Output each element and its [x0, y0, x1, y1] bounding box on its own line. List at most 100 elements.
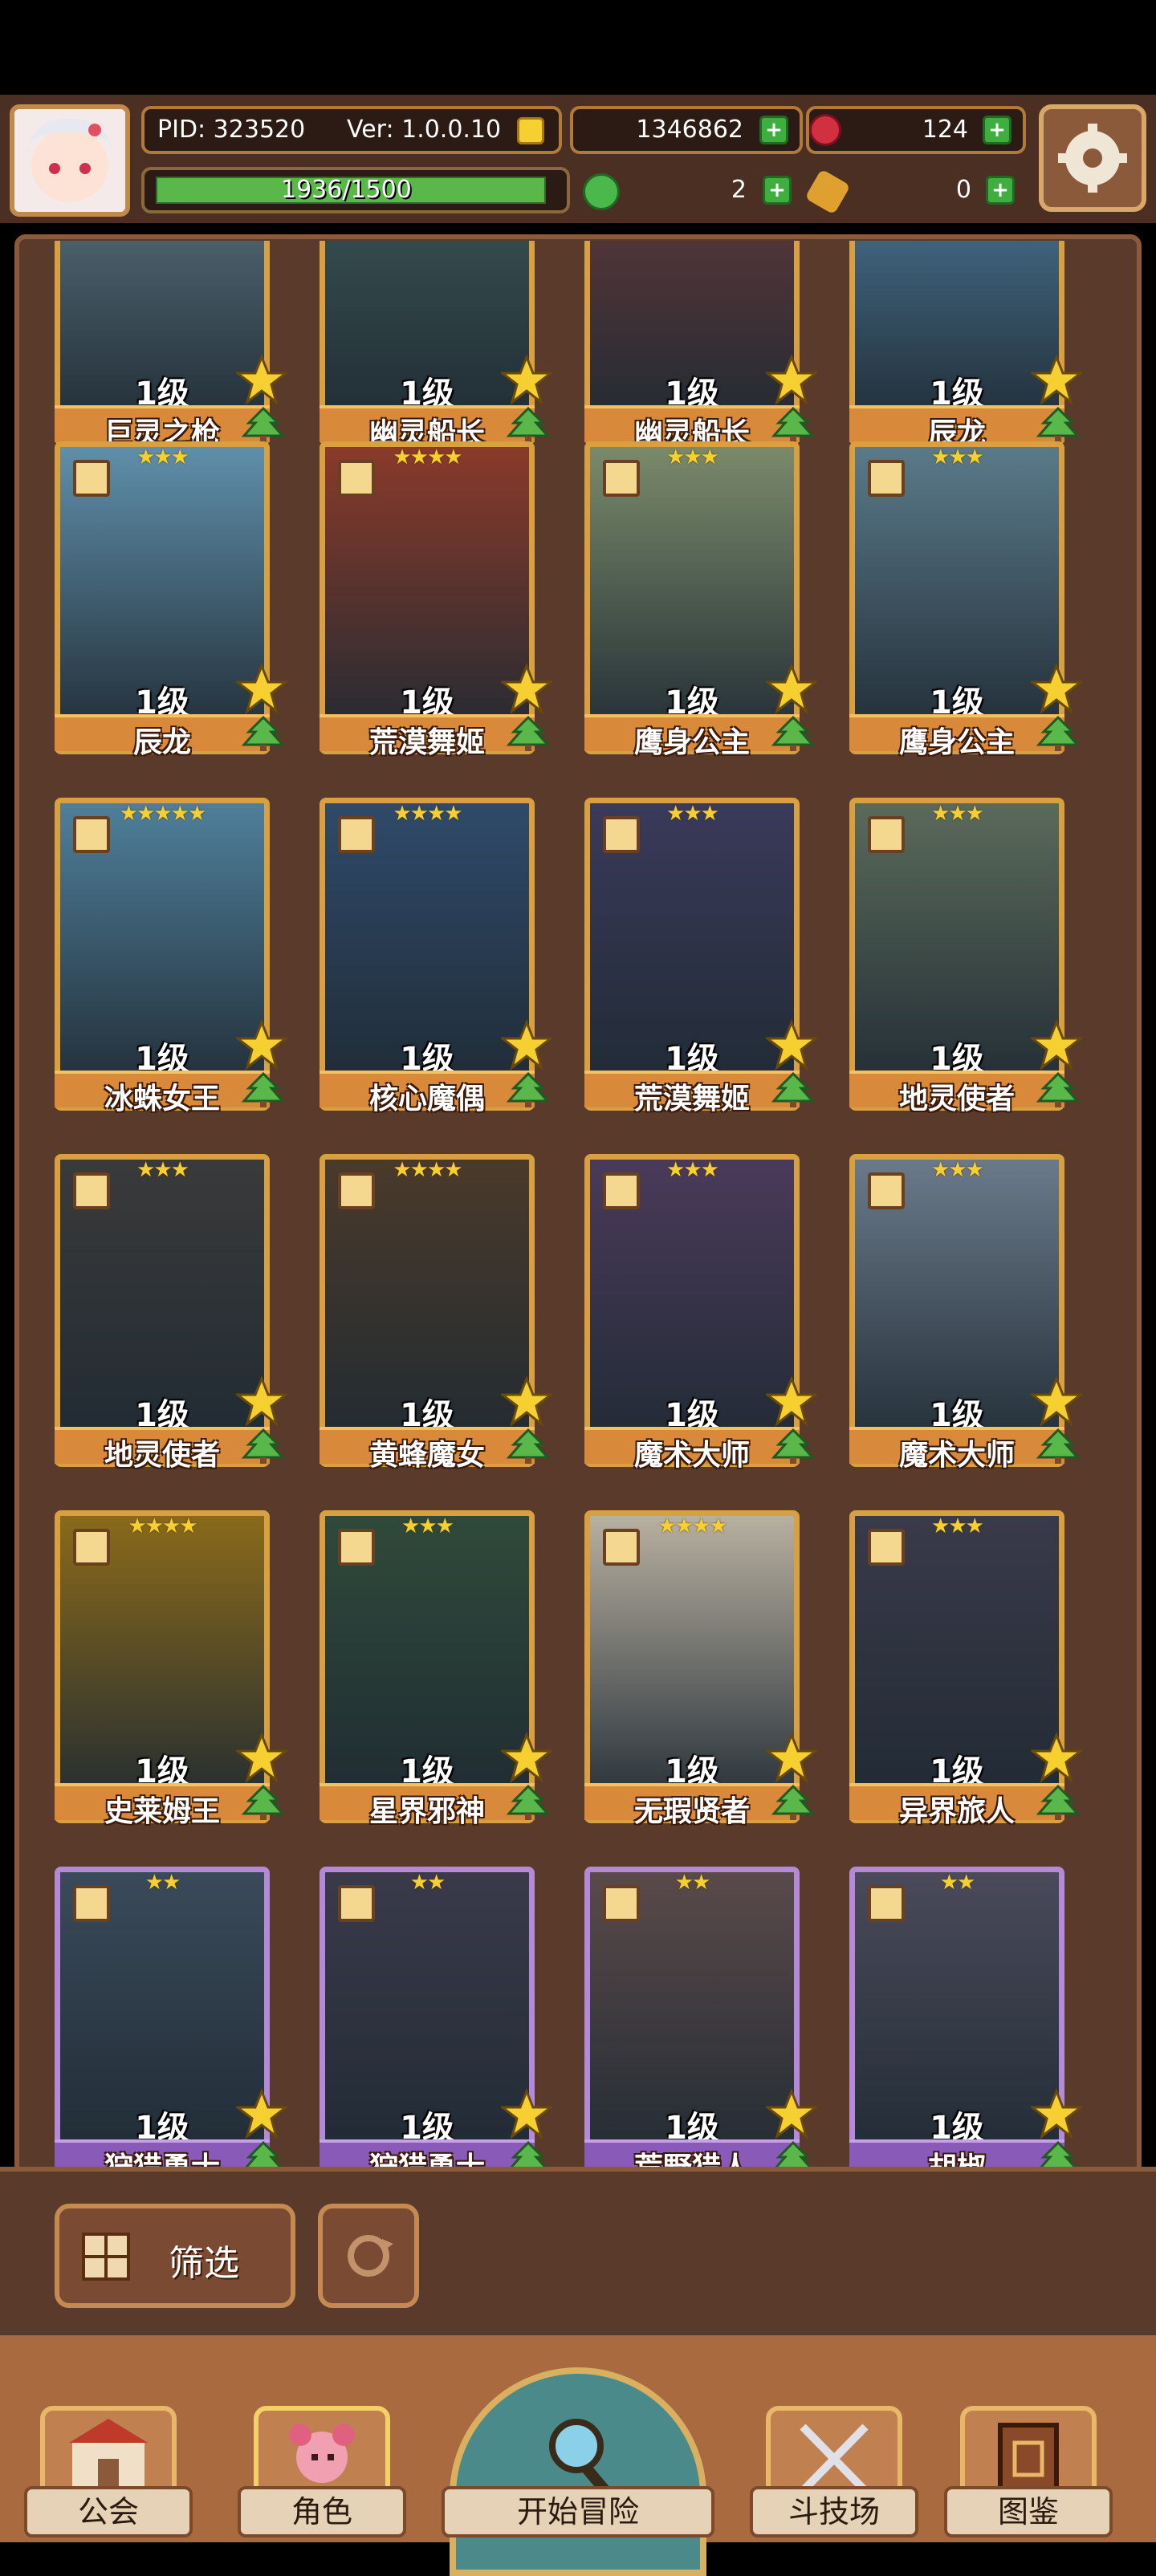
- rarity-stars: ★★★★: [393, 445, 462, 469]
- card-name-bar: 狩猎勇士: [320, 2139, 535, 2167]
- character-grid[interactable]: 1级 巨灵之枪 1级 幽灵船长 1级 幽灵船长 1级 辰龙 ★★★ 1级 辰龙 ★★★★ 1级 荒漠舞姬 ★…: [45, 241, 1111, 2167]
- card-name-bar: 星界邪神: [320, 1783, 535, 1828]
- character-card[interactable]: ★★1级狩猎勇士: [310, 1859, 552, 2167]
- settings-button[interactable]: [1039, 104, 1146, 212]
- character-card[interactable]: 1级 巨灵之枪: [45, 241, 287, 450]
- character-card[interactable]: ★★★★ 1级 核心魔偶: [310, 790, 552, 1115]
- character-card[interactable]: ★★★ 1级 荒漠舞姬: [575, 790, 817, 1115]
- rarity-stars: ★★: [939, 1871, 976, 1895]
- card-name-bar: 核心魔偶: [320, 1071, 535, 1115]
- rarity-stars: ★★★: [931, 802, 984, 826]
- top-header: PID: 323520 Ver: 1.0.0.10 1346862 + 124 …: [0, 95, 1156, 223]
- card-name-bar: 无瑕贤者: [584, 1783, 800, 1828]
- character-card[interactable]: ★★1级荒野猎人: [575, 1859, 817, 2167]
- gear-icon: [1058, 124, 1127, 193]
- pid-version-panel: PID: 323520 Ver: 1.0.0.10: [141, 106, 562, 154]
- card-name: 狩猎勇士: [320, 2144, 535, 2167]
- card-name-bar: 鹰身公主: [584, 714, 800, 759]
- card-name-bar: 魔术大师: [584, 1427, 800, 1472]
- rarity-stars: ★★★: [666, 445, 719, 469]
- card-name: 冰蛛女王: [104, 1083, 220, 1115]
- exp-text: 1936/1500: [281, 176, 412, 204]
- character-card[interactable]: ★★★ 1级 异界旅人: [840, 1502, 1082, 1828]
- star-upgrade-icon: [766, 354, 817, 405]
- card-name: 荒漠舞姬: [368, 726, 485, 759]
- character-card[interactable]: ★★★ 1级 魔术大师: [840, 1146, 1082, 1472]
- gold-value: 1346862: [636, 116, 743, 144]
- character-card[interactable]: ★★★★ 1级 黄蜂魔女: [310, 1146, 552, 1472]
- character-card[interactable]: ★★★ 1级 魔术大师: [575, 1146, 817, 1472]
- character-card[interactable]: ★★1级狩猎勇士: [45, 1859, 287, 2167]
- nav-guild[interactable]: 公会: [24, 2390, 193, 2542]
- card-name: 胡椒: [849, 2144, 1064, 2167]
- card-name-bar: 鹰身公主: [849, 714, 1064, 759]
- coin-icon: [517, 117, 544, 144]
- star-upgrade-icon: [236, 1019, 287, 1071]
- nav-codex[interactable]: 图鉴: [944, 2390, 1113, 2542]
- card-name-bar: 冰蛛女王: [55, 1071, 270, 1115]
- filter-button[interactable]: 筛选: [55, 2204, 295, 2308]
- upgrade-arrow-icon: [1036, 1428, 1081, 1464]
- character-card[interactable]: 1级 幽灵船长: [575, 241, 817, 450]
- add-item-button[interactable]: +: [986, 176, 1015, 205]
- rarity-stars: ★★★: [931, 445, 984, 469]
- character-card[interactable]: ★★1级胡椒: [840, 1859, 1082, 2167]
- card-name-bar: 胡椒: [849, 2139, 1064, 2167]
- character-card[interactable]: 1级 幽灵船长: [310, 241, 552, 450]
- nav-character[interactable]: 角色: [238, 2390, 406, 2542]
- add-gem-button[interactable]: +: [983, 116, 1012, 144]
- nav-start-label: 开始冒险: [442, 2486, 714, 2537]
- clover-value: 2: [731, 176, 747, 204]
- card-name-bar: 异界旅人: [849, 1783, 1064, 1828]
- card-name: 魔术大师: [898, 1439, 1015, 1472]
- item-counter: 0 +: [806, 167, 1026, 213]
- card-name-bar: 地灵使者: [849, 1071, 1064, 1115]
- card-name: 鹰身公主: [633, 726, 750, 759]
- character-card[interactable]: ★★★★ 1级 荒漠舞姬: [310, 433, 552, 759]
- upgrade-arrow-icon: [771, 1785, 816, 1820]
- clover-counter: 2 +: [570, 167, 803, 213]
- add-clover-button[interactable]: +: [763, 176, 792, 205]
- character-card[interactable]: ★★★★★ 1级 冰蛛女王: [45, 790, 287, 1115]
- character-card[interactable]: ★★★ 1级 地灵使者: [840, 790, 1082, 1115]
- character-card[interactable]: ★★★ 1级 辰龙: [45, 433, 287, 759]
- character-card[interactable]: ★★★★ 1级 史莱姆王: [45, 1502, 287, 1828]
- character-card[interactable]: ★★★★ 1级 无瑕贤者: [575, 1502, 817, 1828]
- card-name-bar: 史莱姆王: [55, 1783, 270, 1828]
- player-avatar[interactable]: [10, 104, 130, 217]
- card-name: 无瑕贤者: [633, 1795, 750, 1828]
- star-upgrade-icon: [1031, 663, 1082, 714]
- upgrade-arrow-icon: [1040, 2141, 1077, 2167]
- character-card[interactable]: ★★★ 1级 地灵使者: [45, 1146, 287, 1472]
- gem-counter: 124 +: [806, 106, 1026, 154]
- gold-counter: 1346862 +: [570, 106, 803, 154]
- star-upgrade-icon: [501, 1375, 552, 1427]
- bottom-nav: 公会 角色 开始冒险 斗技场 图鉴: [0, 2335, 1156, 2576]
- card-name: 史莱姆王: [104, 1795, 220, 1828]
- upgrade-arrow-icon: [771, 716, 816, 751]
- character-card[interactable]: ★★★ 1级 星界邪神: [310, 1502, 552, 1828]
- character-card[interactable]: ★★★ 1级 鹰身公主: [840, 433, 1082, 759]
- nav-start-adventure[interactable]: 开始冒险: [442, 2367, 714, 2576]
- card-name: 核心魔偶: [368, 1083, 485, 1115]
- star-upgrade-icon: [501, 2088, 552, 2139]
- star-upgrade-icon: [501, 663, 552, 714]
- character-card[interactable]: 1级 辰龙: [840, 241, 1082, 450]
- star-upgrade-icon: [766, 663, 817, 714]
- card-name: 荒野猎人: [584, 2144, 800, 2167]
- rarity-stars: ★★★★: [393, 802, 462, 826]
- upgrade-arrow-icon: [506, 1072, 551, 1107]
- upgrade-arrow-icon: [241, 716, 286, 751]
- nav-arena[interactable]: 斗技场: [750, 2390, 918, 2542]
- upgrade-arrow-icon: [245, 2141, 282, 2167]
- star-upgrade-icon: [1031, 1375, 1082, 1427]
- star-upgrade-icon: [1031, 354, 1082, 405]
- filter-label: 筛选: [169, 2243, 239, 2284]
- exp-bar: 1936/1500: [141, 167, 570, 213]
- star-upgrade-icon: [501, 354, 552, 405]
- refresh-button[interactable]: [318, 2204, 419, 2308]
- upgrade-arrow-icon: [771, 1072, 816, 1107]
- rarity-stars: ★★: [409, 1871, 446, 1895]
- add-gold-button[interactable]: +: [759, 116, 788, 144]
- character-card[interactable]: ★★★ 1级 鹰身公主: [575, 433, 817, 759]
